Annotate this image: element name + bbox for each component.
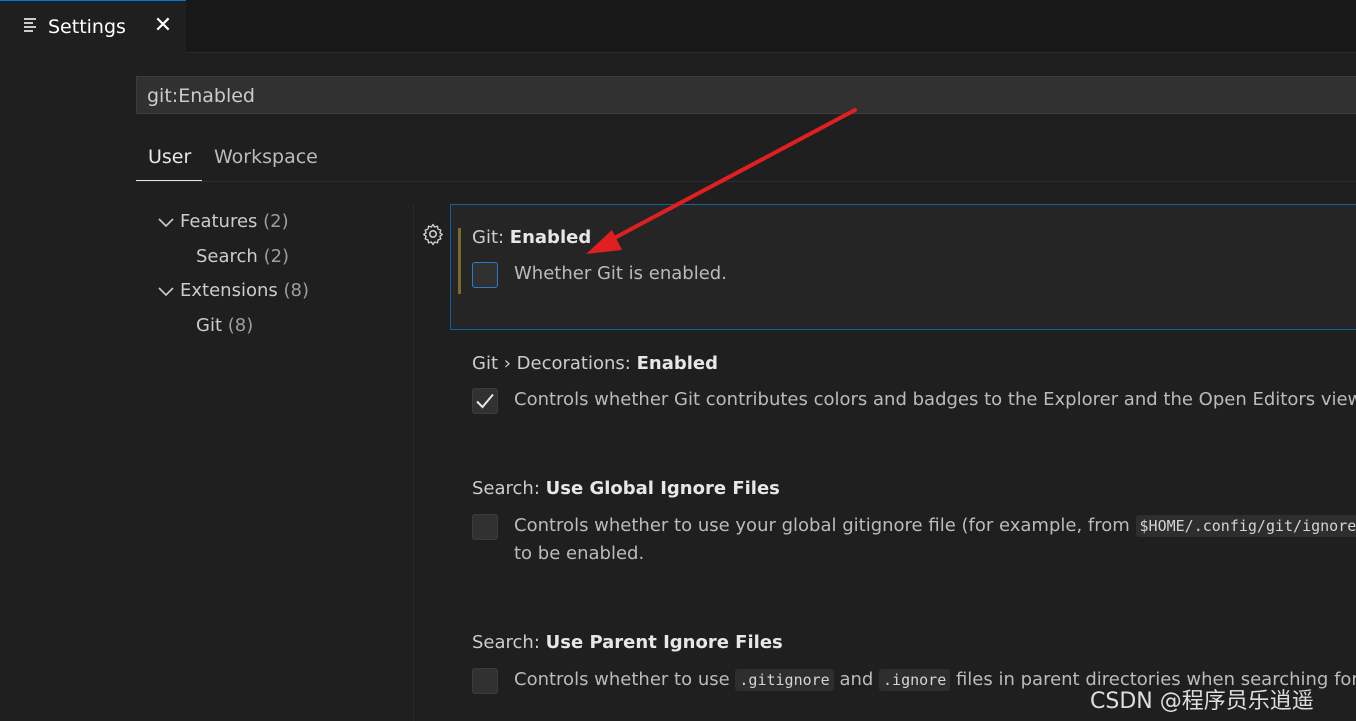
annotation-arrow	[586, 108, 857, 254]
watermark: CSDN @程序员乐逍遥	[1090, 689, 1314, 714]
